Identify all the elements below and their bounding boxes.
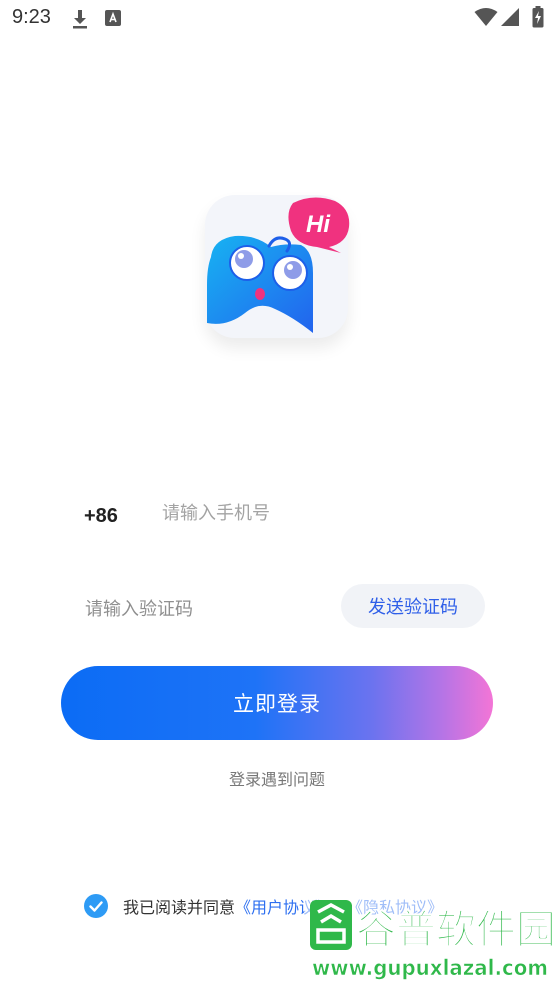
privacy-agreement-link[interactable]: 《隐私协议》 — [347, 894, 443, 918]
send-code-button[interactable]: 发送验证码 — [341, 584, 485, 628]
verification-code-input[interactable] — [83, 592, 327, 626]
agreement-row: 我已阅读并同意 《用户协议》 及 《隐私协议》 — [84, 893, 443, 919]
login-problem-link[interactable]: 登录遇到问题 — [0, 766, 554, 790]
battery-charging-icon — [532, 6, 544, 28]
app-logo: Hi — [205, 195, 350, 340]
logo-badge-text: Hi — [306, 211, 331, 238]
status-time: 9:23 — [12, 6, 51, 28]
creature-icon: Hi — [207, 197, 350, 333]
agreement-and: 及 — [331, 898, 348, 917]
agreement-prefix: 我已阅读并同意 — [123, 898, 236, 917]
wifi-icon — [474, 8, 498, 26]
download-icon — [73, 10, 87, 29]
user-agreement-link[interactable]: 《用户协议》 — [235, 894, 331, 918]
watermark-url: www.gupuxlazal.com — [312, 956, 548, 980]
login-button[interactable]: 立即登录 — [61, 666, 493, 740]
text-a-icon — [105, 10, 121, 26]
phone-number-input[interactable] — [160, 496, 484, 530]
status-bar: 9:23 — [0, 0, 554, 38]
agreement-checkbox[interactable] — [84, 894, 108, 918]
check-icon — [89, 900, 103, 912]
country-code-selector[interactable]: +86 — [84, 505, 118, 528]
signal-icon — [501, 8, 519, 26]
